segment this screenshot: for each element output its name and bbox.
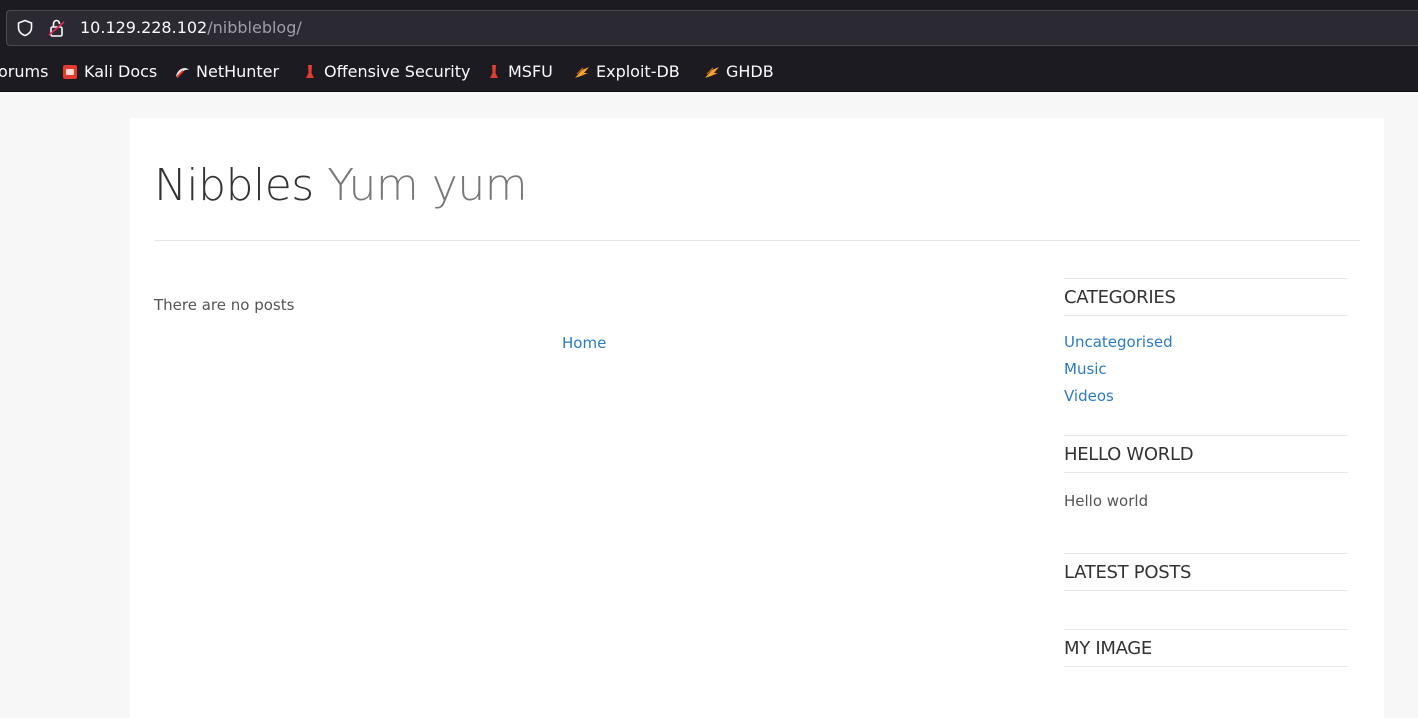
my-image-heading: MY IMAGE [1064,629,1348,667]
bookmark-label: Kali Docs [84,62,158,81]
tracking-protection-shield-icon[interactable] [16,19,34,37]
nethunter-icon [176,68,189,78]
bookmark-label: NetHunter [196,62,280,81]
bookmark-offensive-security[interactable]: Offensive Security [302,62,470,82]
bookmark-label: MSFU [508,62,553,81]
bookmark-label: Offensive Security [324,62,471,81]
insecure-lock-icon[interactable] [47,18,67,38]
bookmark-label: Exploit-DB [596,62,680,81]
offsec-icon [490,65,498,78]
url-host: 10.129.228.102 [80,18,208,37]
home-link[interactable]: Home [562,334,606,352]
hello-world-heading: HELLO WORLD [1064,435,1348,473]
hello-world-text: Hello world [1064,492,1149,510]
category-link-uncategorised[interactable]: Uncategorised [1064,333,1173,351]
header-divider [154,240,1360,241]
bookmark-label: orums [0,62,49,81]
bookmark-ghdb[interactable]: GHDB [704,62,774,82]
no-posts-message: There are no posts [154,296,295,314]
bookmark-label: GHDB [726,62,774,81]
site-slogan: Yum yum [327,160,528,211]
url-path: /nibbleblog/ [207,18,302,37]
latest-posts-heading: LATEST POSTS [1064,553,1348,591]
bookmark-nethunter[interactable]: NetHunter [174,62,279,82]
bookmark-kali-docs[interactable]: Kali Docs [62,62,157,82]
bookmark-forums[interactable]: orums [0,62,48,82]
bookmarks-toolbar: orums Kali Docs NetHunter Offensive Secu… [0,52,1418,92]
browser-toolbar: 10.129.228.102/nibbleblog/ [0,0,1418,52]
site-name: Nibbles [154,160,314,211]
url-text[interactable]: 10.129.228.102/nibbleblog/ [80,18,302,38]
exploit-db-icon [705,67,719,78]
category-link-music[interactable]: Music [1064,360,1107,378]
blog-page: Nibbles Yum yum There are no posts Home … [130,118,1384,718]
bookmark-exploit-db[interactable]: Exploit-DB [574,62,680,82]
categories-heading: CATEGORIES [1064,278,1348,316]
address-bar[interactable]: 10.129.228.102/nibbleblog/ [6,10,1418,46]
site-title[interactable]: Nibbles Yum yum [154,158,528,214]
exploit-db-icon [575,67,589,78]
category-link-videos[interactable]: Videos [1064,387,1114,405]
bookmark-msfu[interactable]: MSFU [486,62,553,82]
offsec-icon [306,65,314,78]
kali-docs-icon [63,65,77,79]
